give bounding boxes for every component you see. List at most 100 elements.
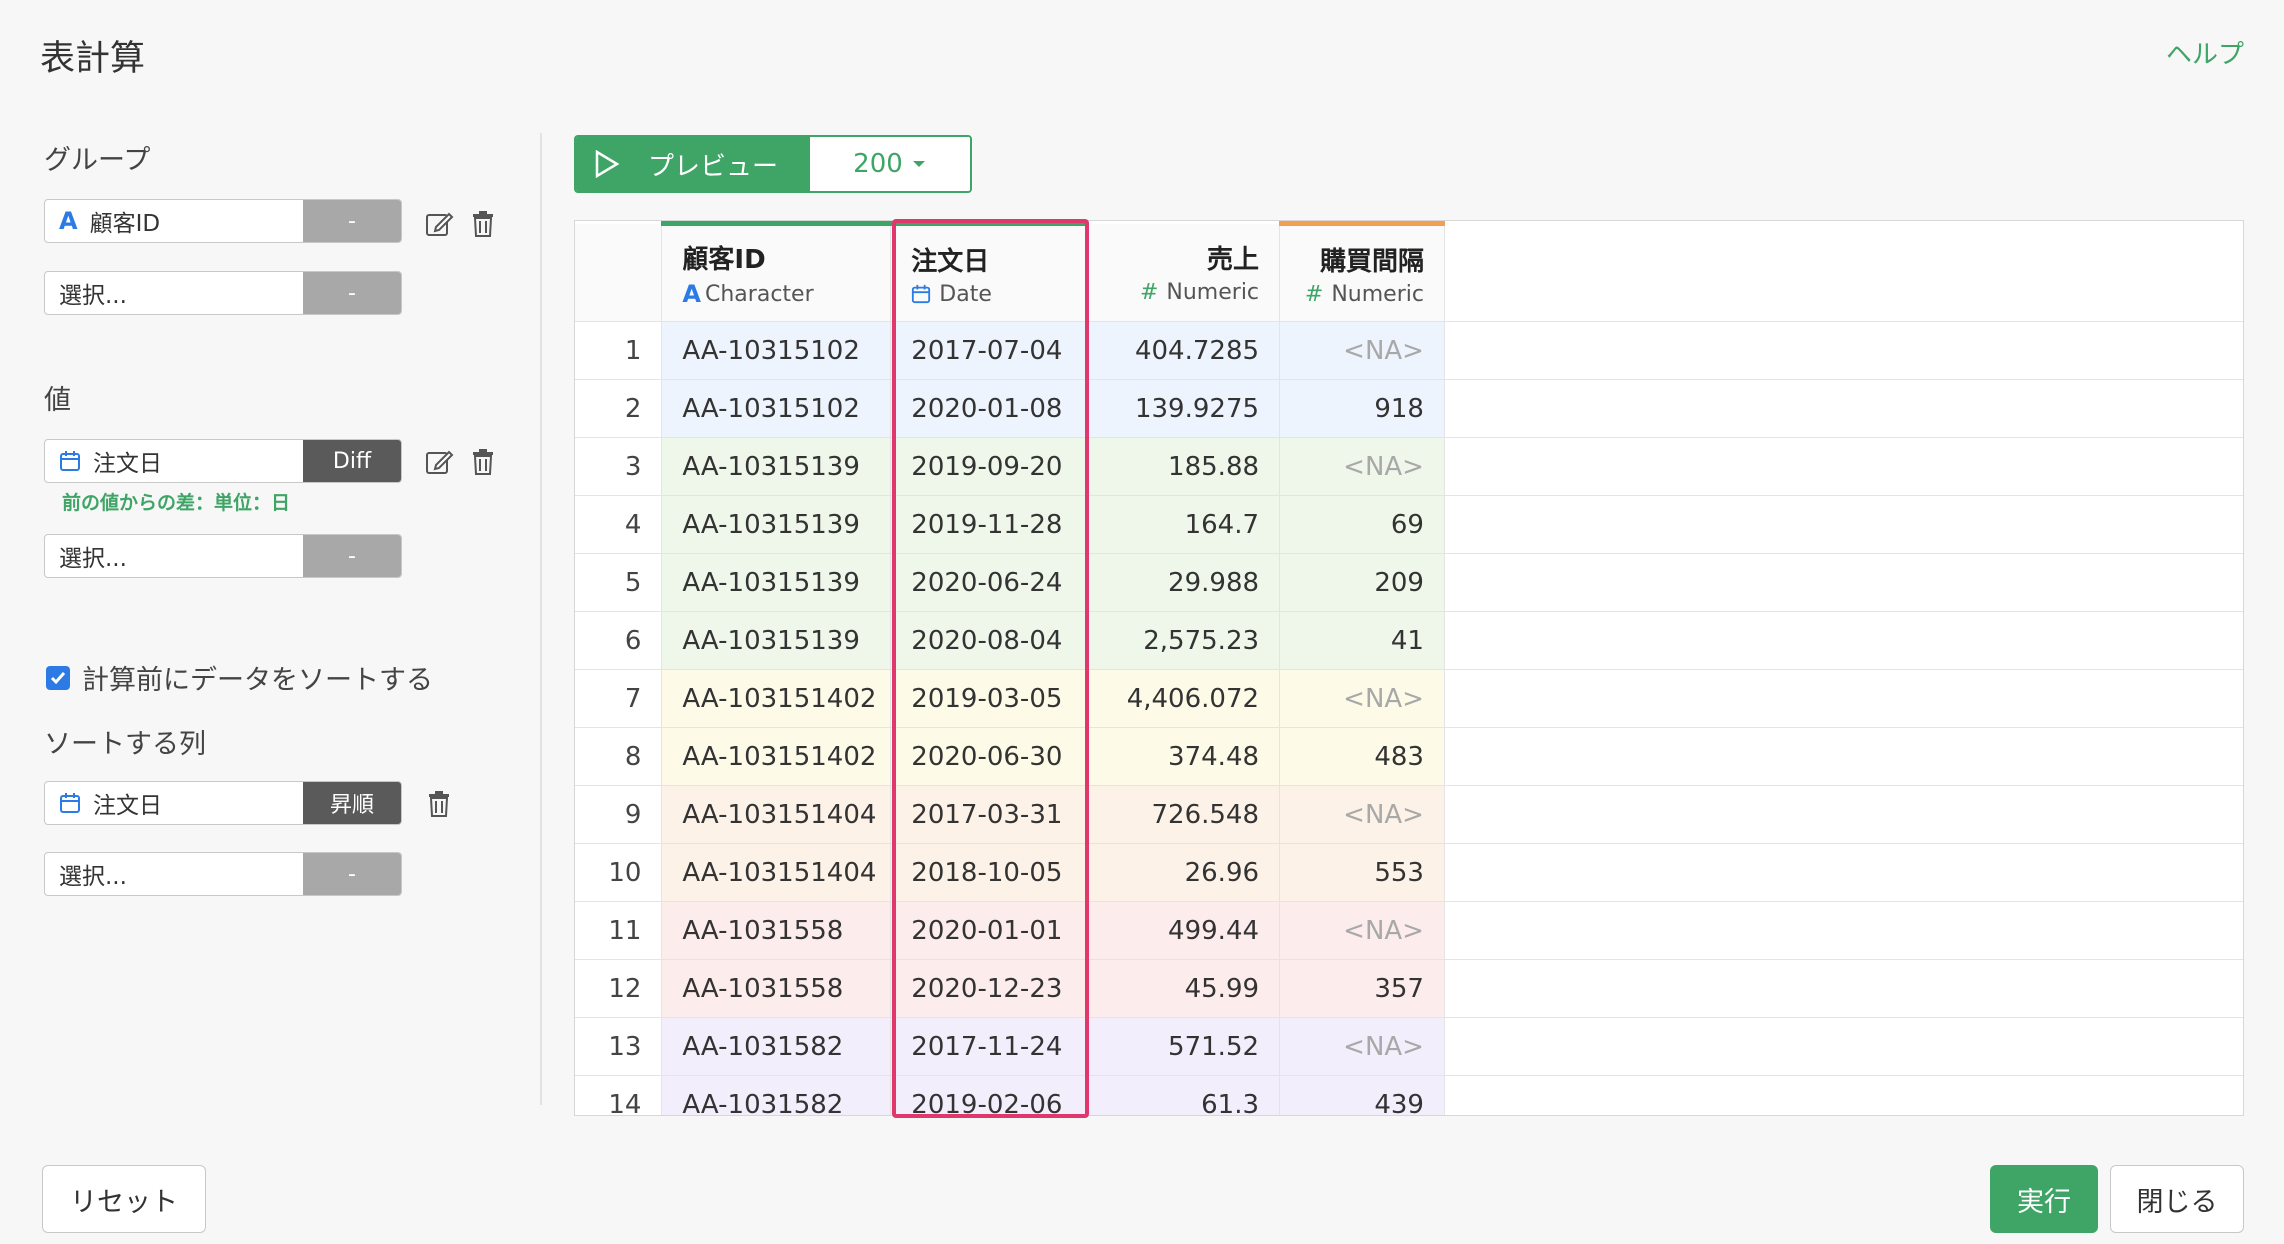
cell-customer-id[interactable]: AA-10315139 xyxy=(661,553,892,612)
cell-sales[interactable]: 61.3 xyxy=(1087,1075,1281,1115)
row-index[interactable]: 3 xyxy=(575,437,663,496)
cell-order-date[interactable]: 2020-08-04 xyxy=(890,611,1089,670)
row-index[interactable]: 9 xyxy=(575,785,663,844)
cell-purchase-interval[interactable]: 69 xyxy=(1279,495,1445,554)
trash-icon[interactable] xyxy=(466,207,500,241)
group-column-select-empty[interactable]: 選択... - xyxy=(44,271,402,315)
row-index[interactable]: 6 xyxy=(575,611,663,670)
sort-order-button[interactable]: 昇順 xyxy=(303,782,401,824)
cell-customer-id[interactable]: AA-10315102 xyxy=(661,379,892,438)
row-index[interactable]: 7 xyxy=(575,669,663,728)
cell-sales[interactable]: 29.988 xyxy=(1087,553,1281,612)
cell-order-date[interactable]: 2020-06-24 xyxy=(890,553,1089,612)
cell-customer-id[interactable]: AA-10315139 xyxy=(661,437,892,496)
cell-purchase-interval[interactable]: <NA> xyxy=(1279,437,1445,496)
cell-purchase-interval[interactable]: 41 xyxy=(1279,611,1445,670)
row-index[interactable]: 10 xyxy=(575,843,663,902)
cell-sales[interactable]: 726.548 xyxy=(1087,785,1281,844)
cell-purchase-interval[interactable]: 553 xyxy=(1279,843,1445,902)
row-index[interactable]: 4 xyxy=(575,495,663,554)
value-op-button[interactable]: Diff xyxy=(303,440,401,482)
cell-purchase-interval[interactable]: <NA> xyxy=(1279,1017,1445,1076)
cell-order-date[interactable]: 2017-11-24 xyxy=(890,1017,1089,1076)
value-column-field-empty[interactable]: 選択... xyxy=(45,535,303,577)
trash-icon[interactable] xyxy=(422,787,456,821)
cell-order-date[interactable]: 2020-12-23 xyxy=(890,959,1089,1018)
cell-order-date[interactable]: 2020-01-08 xyxy=(890,379,1089,438)
cell-sales[interactable]: 2,575.23 xyxy=(1087,611,1281,670)
close-button[interactable]: 閉じる xyxy=(2110,1165,2244,1233)
cell-order-date[interactable]: 2018-10-05 xyxy=(890,843,1089,902)
help-link[interactable]: ヘルプ xyxy=(2166,34,2244,71)
row-index[interactable]: 12 xyxy=(575,959,663,1018)
cell-sales[interactable]: 571.52 xyxy=(1087,1017,1281,1076)
group-op-button[interactable]: - xyxy=(303,200,401,242)
cell-customer-id[interactable]: AA-1031582 xyxy=(661,1075,892,1115)
group-column-field[interactable]: A 顧客ID xyxy=(45,200,303,242)
cell-customer-id[interactable]: AA-10315102 xyxy=(661,321,892,380)
cell-customer-id[interactable]: AA-1031582 xyxy=(661,1017,892,1076)
column-header-order-date[interactable]: 注文日 Date xyxy=(890,221,1089,322)
cell-sales[interactable]: 4,406.072 xyxy=(1087,669,1281,728)
value-column-field[interactable]: 注文日 xyxy=(45,440,303,482)
cell-purchase-interval[interactable]: <NA> xyxy=(1279,785,1445,844)
cell-purchase-interval[interactable]: <NA> xyxy=(1279,321,1445,380)
cell-order-date[interactable]: 2019-11-28 xyxy=(890,495,1089,554)
row-index[interactable]: 14 xyxy=(575,1075,663,1115)
group-column-field-empty[interactable]: 選択... xyxy=(45,272,303,314)
cell-purchase-interval[interactable]: 483 xyxy=(1279,727,1445,786)
run-button[interactable]: 実行 xyxy=(1990,1165,2098,1233)
cell-sales[interactable]: 45.99 xyxy=(1087,959,1281,1018)
sort-column-field-empty[interactable]: 選択... xyxy=(45,853,303,895)
row-index[interactable]: 5 xyxy=(575,553,663,612)
cell-customer-id[interactable]: AA-103151402 xyxy=(661,669,892,728)
cell-customer-id[interactable]: AA-103151404 xyxy=(661,843,892,902)
row-index[interactable]: 2 xyxy=(575,379,663,438)
column-header-sales[interactable]: 売上 # Numeric xyxy=(1087,223,1281,322)
reset-button[interactable]: リセット xyxy=(42,1165,206,1233)
cell-customer-id[interactable]: AA-1031558 xyxy=(661,959,892,1018)
cell-sales[interactable]: 164.7 xyxy=(1087,495,1281,554)
cell-sales[interactable]: 499.44 xyxy=(1087,901,1281,960)
trash-icon[interactable] xyxy=(466,445,500,479)
row-index[interactable]: 13 xyxy=(575,1017,663,1076)
sort-column-field[interactable]: 注文日 xyxy=(45,782,303,824)
edit-icon[interactable] xyxy=(422,207,456,241)
group-column-select[interactable]: A 顧客ID - xyxy=(44,199,402,243)
cell-customer-id[interactable]: AA-10315139 xyxy=(661,611,892,670)
edit-icon[interactable] xyxy=(422,445,456,479)
value-column-select-empty[interactable]: 選択... - xyxy=(44,534,402,578)
checkbox-checked-icon[interactable] xyxy=(46,665,70,690)
cell-order-date[interactable]: 2020-01-01 xyxy=(890,901,1089,960)
cell-purchase-interval[interactable]: 209 xyxy=(1279,553,1445,612)
row-index[interactable]: 8 xyxy=(575,727,663,786)
value-op-button-empty[interactable]: - xyxy=(303,535,401,577)
preview-button[interactable]: プレビュー xyxy=(576,137,810,191)
cell-customer-id[interactable]: AA-103151404 xyxy=(661,785,892,844)
cell-customer-id[interactable]: AA-10315139 xyxy=(661,495,892,554)
cell-sales[interactable]: 26.96 xyxy=(1087,843,1281,902)
cell-purchase-interval[interactable]: <NA> xyxy=(1279,669,1445,728)
column-header-customer-id[interactable]: 顧客ID A Character xyxy=(661,221,892,322)
value-column-select[interactable]: 注文日 Diff xyxy=(44,439,402,483)
cell-purchase-interval[interactable]: 357 xyxy=(1279,959,1445,1018)
cell-customer-id[interactable]: AA-103151402 xyxy=(661,727,892,786)
cell-purchase-interval[interactable]: 918 xyxy=(1279,379,1445,438)
cell-order-date[interactable]: 2017-03-31 xyxy=(890,785,1089,844)
cell-sales[interactable]: 404.7285 xyxy=(1087,321,1281,380)
sort-before-calc[interactable]: 計算前にデータをソートする xyxy=(46,658,433,697)
cell-sales[interactable]: 185.88 xyxy=(1087,437,1281,496)
cell-purchase-interval[interactable]: <NA> xyxy=(1279,901,1445,960)
cell-order-date[interactable]: 2019-09-20 xyxy=(890,437,1089,496)
sort-column-select-empty[interactable]: 選択... - xyxy=(44,852,402,896)
row-index[interactable]: 1 xyxy=(575,321,663,380)
cell-order-date[interactable]: 2019-02-06 xyxy=(890,1075,1089,1115)
cell-order-date[interactable]: 2019-03-05 xyxy=(890,669,1089,728)
cell-order-date[interactable]: 2020-06-30 xyxy=(890,727,1089,786)
cell-order-date[interactable]: 2017-07-04 xyxy=(890,321,1089,380)
cell-sales[interactable]: 139.9275 xyxy=(1087,379,1281,438)
column-header-purchase-interval[interactable]: 購買間隔 # Numeric xyxy=(1279,221,1445,322)
group-op-button-empty[interactable]: - xyxy=(303,272,401,314)
sort-column-select[interactable]: 注文日 昇順 xyxy=(44,781,402,825)
cell-sales[interactable]: 374.48 xyxy=(1087,727,1281,786)
